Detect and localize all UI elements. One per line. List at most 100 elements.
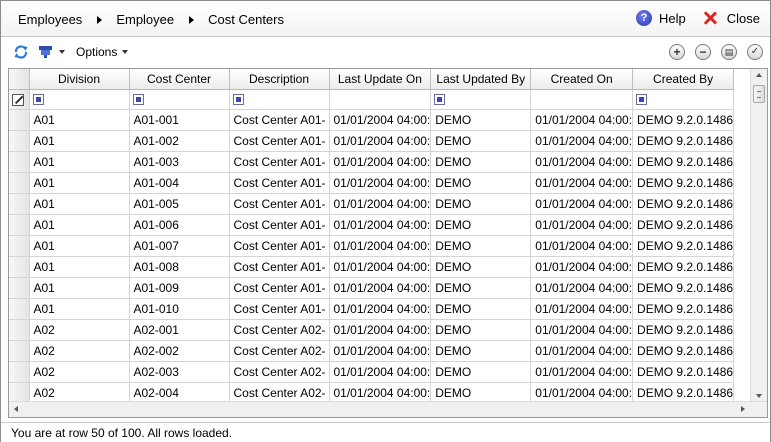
filter-operator-icon[interactable] bbox=[636, 94, 648, 106]
table-cell[interactable]: 01/01/2004 04:00: bbox=[329, 340, 432, 362]
table-cell[interactable]: DEMO bbox=[430, 214, 532, 236]
table-cell[interactable]: 01/01/2004 04:00: bbox=[329, 214, 432, 236]
filter-operator-icon[interactable] bbox=[434, 94, 446, 106]
table-cell[interactable]: DEMO bbox=[430, 151, 532, 173]
table-cell[interactable]: 01/01/2004 04:00: bbox=[530, 109, 634, 131]
table-cell[interactable]: DEMO 9.2.0.1486 bbox=[632, 214, 735, 236]
table-cell[interactable]: 01/01/2004 04:00: bbox=[329, 172, 432, 194]
table-cell[interactable]: DEMO bbox=[430, 382, 532, 404]
table-cell[interactable]: 01/01/2004 04:00: bbox=[329, 319, 432, 341]
row-selector[interactable] bbox=[9, 151, 30, 173]
table-cell[interactable]: DEMO 9.2.0.1486 bbox=[632, 151, 735, 173]
table-cell[interactable]: Cost Center A01- bbox=[229, 109, 330, 131]
table-cell[interactable]: Cost Center A01- bbox=[229, 235, 330, 257]
filter-edit-cell[interactable] bbox=[9, 89, 30, 110]
table-cell[interactable]: A02-003 bbox=[129, 361, 230, 383]
table-row[interactable]: A01 A01-008 Cost Center A01- 01/01/2004 04:… bbox=[9, 256, 735, 278]
table-cell[interactable]: 01/01/2004 04:00: bbox=[530, 382, 634, 404]
table-cell[interactable]: DEMO bbox=[430, 109, 532, 131]
table-cell[interactable]: 01/01/2004 04:00: bbox=[530, 319, 634, 341]
table-cell[interactable]: DEMO bbox=[430, 235, 532, 257]
table-cell[interactable]: A01 bbox=[29, 130, 130, 152]
remove-row-button[interactable]: − bbox=[695, 44, 711, 60]
scroll-left-icon[interactable] bbox=[14, 406, 18, 412]
table-cell[interactable]: A02 bbox=[29, 319, 130, 341]
row-selector[interactable] bbox=[9, 382, 30, 404]
table-row[interactable]: A01 A01-005 Cost Center A01- 01/01/2004 04:… bbox=[9, 193, 735, 215]
table-row[interactable]: A01 A01-002 Cost Center A01- 01/01/2004 04:… bbox=[9, 130, 735, 152]
table-cell[interactable]: A02 bbox=[29, 361, 130, 383]
table-cell[interactable]: 01/01/2004 04:00: bbox=[329, 235, 432, 257]
table-cell[interactable]: A01-010 bbox=[129, 298, 230, 320]
table-cell[interactable]: DEMO 9.2.0.1486 bbox=[632, 172, 735, 194]
filter-cell[interactable] bbox=[632, 89, 735, 110]
table-cell[interactable]: A01-009 bbox=[129, 277, 230, 299]
table-cell[interactable]: 01/01/2004 04:00: bbox=[329, 277, 432, 299]
filter-cell[interactable] bbox=[129, 89, 230, 110]
table-row[interactable]: A02 A02-003 Cost Center A02- 01/01/2004 04:… bbox=[9, 361, 735, 383]
table-cell[interactable]: A01-007 bbox=[129, 235, 230, 257]
table-cell[interactable]: A02-002 bbox=[129, 340, 230, 362]
table-row[interactable]: A01 A01-007 Cost Center A01- 01/01/2004 04:… bbox=[9, 235, 735, 257]
row-selector[interactable] bbox=[9, 319, 30, 341]
table-cell[interactable]: A02 bbox=[29, 382, 130, 404]
filter-cell[interactable] bbox=[29, 89, 130, 110]
table-cell[interactable]: DEMO 9.2.0.1486 bbox=[632, 340, 735, 362]
table-cell[interactable]: DEMO bbox=[430, 340, 532, 362]
filter-operator-icon[interactable] bbox=[32, 94, 44, 106]
breadcrumb-employees[interactable]: Employees bbox=[18, 12, 82, 27]
table-row[interactable]: A02 A02-002 Cost Center A02- 01/01/2004 04:… bbox=[9, 340, 735, 362]
table-cell[interactable]: 01/01/2004 04:00: bbox=[530, 172, 634, 194]
table-cell[interactable]: A01 bbox=[29, 298, 130, 320]
scroll-thumb[interactable] bbox=[753, 85, 765, 103]
row-selector[interactable] bbox=[9, 130, 30, 152]
table-cell[interactable]: 01/01/2004 04:00: bbox=[329, 298, 432, 320]
column-header[interactable]: Description bbox=[229, 69, 330, 90]
table-cell[interactable]: A02-004 bbox=[129, 382, 230, 404]
table-cell[interactable]: 01/01/2004 04:00: bbox=[329, 151, 432, 173]
table-cell[interactable]: DEMO 9.2.0.1486 bbox=[632, 361, 735, 383]
column-header[interactable]: Division bbox=[29, 69, 130, 90]
table-cell[interactable]: Cost Center A01- bbox=[229, 256, 330, 278]
table-cell[interactable]: DEMO bbox=[430, 130, 532, 152]
filter-menu-button[interactable] bbox=[38, 45, 65, 59]
table-cell[interactable]: A01-001 bbox=[129, 109, 230, 131]
help-button[interactable]: ? Help bbox=[636, 10, 686, 26]
table-cell[interactable]: A01-005 bbox=[129, 193, 230, 215]
filter-cell[interactable] bbox=[430, 89, 532, 110]
filter-operator-icon[interactable] bbox=[232, 94, 244, 106]
table-cell[interactable]: A02-001 bbox=[129, 319, 230, 341]
table-row[interactable]: A01 A01-001 Cost Center A01- 01/01/2004 04:… bbox=[9, 109, 735, 131]
table-cell[interactable]: 01/01/2004 04:00: bbox=[530, 193, 634, 215]
breadcrumb-employee[interactable]: Employee bbox=[116, 12, 174, 27]
table-cell[interactable]: A01 bbox=[29, 109, 130, 131]
table-cell[interactable]: 01/01/2004 04:00: bbox=[329, 130, 432, 152]
table-cell[interactable]: Cost Center A01- bbox=[229, 130, 330, 152]
table-row[interactable]: A01 A01-006 Cost Center A01- 01/01/2004 04:… bbox=[9, 214, 735, 236]
add-row-button[interactable]: + bbox=[669, 44, 685, 60]
table-cell[interactable]: 01/01/2004 04:00: bbox=[530, 277, 634, 299]
column-header[interactable]: Created By bbox=[632, 69, 735, 90]
table-cell[interactable]: Cost Center A01- bbox=[229, 298, 330, 320]
table-cell[interactable]: Cost Center A02- bbox=[229, 340, 330, 362]
table-cell[interactable]: Cost Center A01- bbox=[229, 214, 330, 236]
table-cell[interactable]: Cost Center A02- bbox=[229, 382, 330, 404]
table-cell[interactable]: DEMO bbox=[430, 193, 532, 215]
table-row[interactable]: A02 A02-004 Cost Center A02- 01/01/2004 04:… bbox=[9, 382, 735, 404]
table-cell[interactable]: DEMO 9.2.0.1486 bbox=[632, 319, 735, 341]
filter-operator-icon[interactable] bbox=[132, 94, 144, 106]
table-cell[interactable]: DEMO bbox=[430, 298, 532, 320]
table-cell[interactable]: A01 bbox=[29, 235, 130, 257]
scroll-down-icon[interactable] bbox=[756, 394, 762, 398]
table-cell[interactable]: DEMO 9.2.0.1486 bbox=[632, 235, 735, 257]
table-cell[interactable]: A01-002 bbox=[129, 130, 230, 152]
table-cell[interactable]: 01/01/2004 04:00: bbox=[530, 298, 634, 320]
table-cell[interactable]: Cost Center A01- bbox=[229, 277, 330, 299]
table-cell[interactable]: DEMO bbox=[430, 256, 532, 278]
table-cell[interactable]: A01 bbox=[29, 256, 130, 278]
table-row[interactable]: A01 A01-004 Cost Center A01- 01/01/2004 04:… bbox=[9, 172, 735, 194]
table-cell[interactable]: 01/01/2004 04:00: bbox=[530, 235, 634, 257]
table-cell[interactable]: 01/01/2004 04:00: bbox=[530, 151, 634, 173]
filter-cell[interactable] bbox=[229, 89, 330, 110]
row-selector[interactable] bbox=[9, 256, 30, 278]
